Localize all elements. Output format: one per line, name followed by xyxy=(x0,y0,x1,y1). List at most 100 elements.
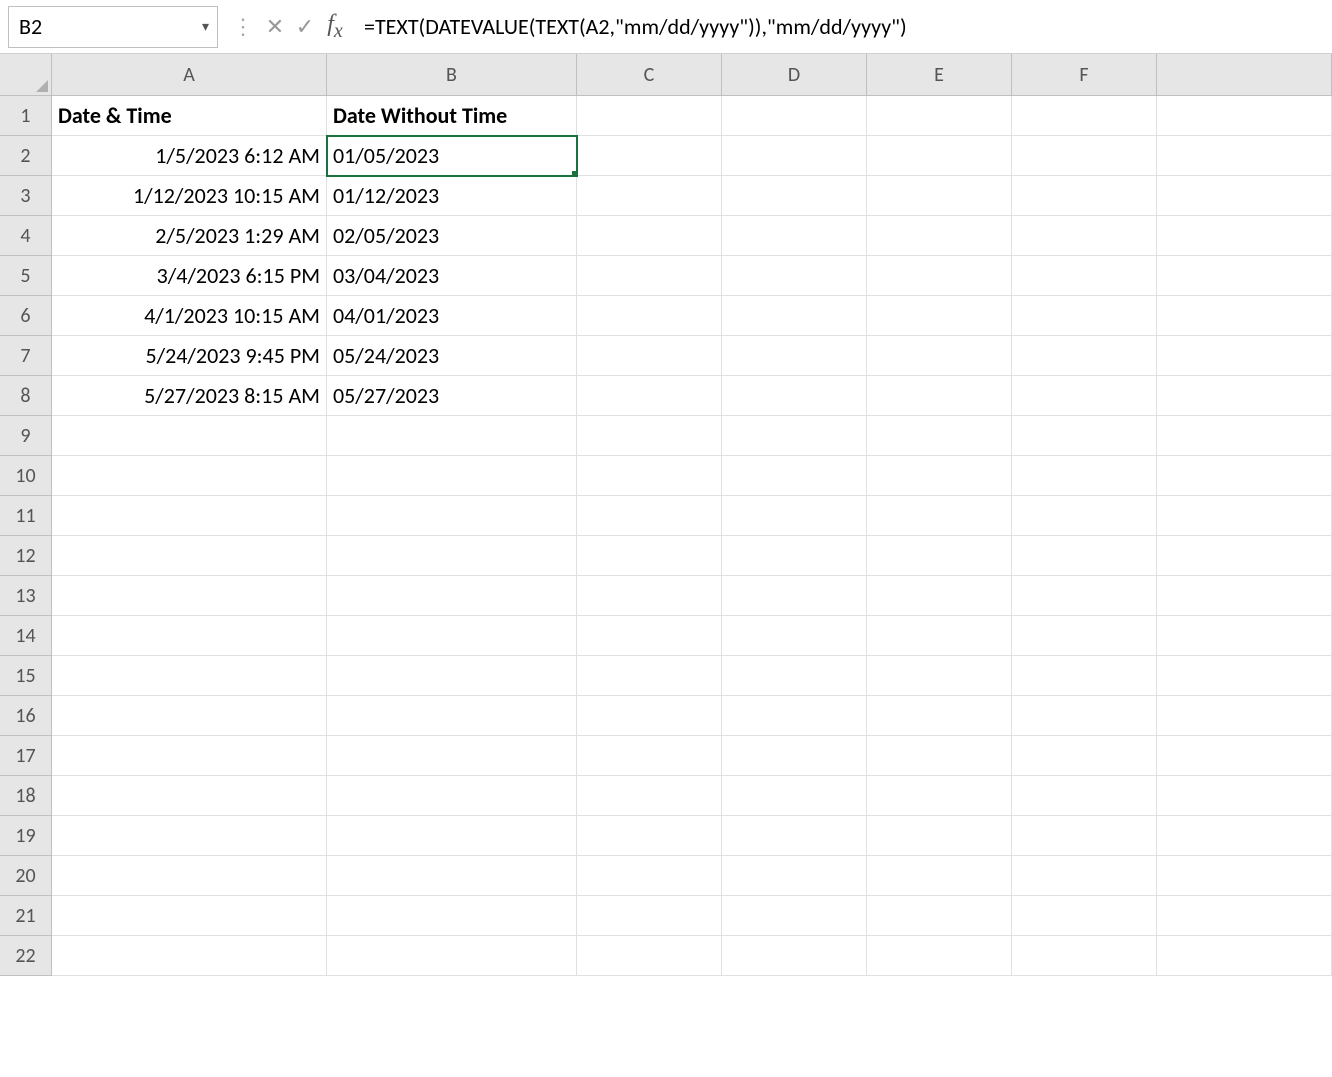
cell-G15[interactable] xyxy=(1157,656,1332,696)
cell-D12[interactable] xyxy=(722,536,867,576)
cell-B22[interactable] xyxy=(327,936,577,976)
cell-E17[interactable] xyxy=(867,736,1012,776)
cell-C6[interactable] xyxy=(577,296,722,336)
cell-E19[interactable] xyxy=(867,816,1012,856)
cell-F8[interactable] xyxy=(1012,376,1157,416)
cell-G5[interactable] xyxy=(1157,256,1332,296)
row-header-2[interactable]: 2 xyxy=(0,136,52,176)
cell-A3[interactable]: 1/12/2023 10:15 AM xyxy=(52,176,327,216)
row-header-13[interactable]: 13 xyxy=(0,576,52,616)
cell-B15[interactable] xyxy=(327,656,577,696)
cell-C16[interactable] xyxy=(577,696,722,736)
formula-input[interactable] xyxy=(356,6,1332,48)
row-header-12[interactable]: 12 xyxy=(0,536,52,576)
cell-A12[interactable] xyxy=(52,536,327,576)
cell-E7[interactable] xyxy=(867,336,1012,376)
cell-A20[interactable] xyxy=(52,856,327,896)
cell-E5[interactable] xyxy=(867,256,1012,296)
cell-A17[interactable] xyxy=(52,736,327,776)
cell-A19[interactable] xyxy=(52,816,327,856)
cell-D7[interactable] xyxy=(722,336,867,376)
row-header-15[interactable]: 15 xyxy=(0,656,52,696)
cell-F5[interactable] xyxy=(1012,256,1157,296)
cell-A10[interactable] xyxy=(52,456,327,496)
cell-E4[interactable] xyxy=(867,216,1012,256)
cell-F4[interactable] xyxy=(1012,216,1157,256)
cell-D11[interactable] xyxy=(722,496,867,536)
cell-B17[interactable] xyxy=(327,736,577,776)
cell-D3[interactable] xyxy=(722,176,867,216)
row-header-11[interactable]: 11 xyxy=(0,496,52,536)
cell-B11[interactable] xyxy=(327,496,577,536)
cell-G16[interactable] xyxy=(1157,696,1332,736)
cell-F22[interactable] xyxy=(1012,936,1157,976)
cell-E20[interactable] xyxy=(867,856,1012,896)
fx-icon[interactable]: fx xyxy=(320,11,350,43)
cell-B14[interactable] xyxy=(327,616,577,656)
cell-C7[interactable] xyxy=(577,336,722,376)
cell-G21[interactable] xyxy=(1157,896,1332,936)
cell-E18[interactable] xyxy=(867,776,1012,816)
cell-D18[interactable] xyxy=(722,776,867,816)
cell-B6[interactable]: 04/01/2023 xyxy=(327,296,577,336)
column-header-D[interactable]: D xyxy=(722,54,867,96)
cell-F14[interactable] xyxy=(1012,616,1157,656)
row-header-16[interactable]: 16 xyxy=(0,696,52,736)
row-header-7[interactable]: 7 xyxy=(0,336,52,376)
cell-B13[interactable] xyxy=(327,576,577,616)
row-header-17[interactable]: 17 xyxy=(0,736,52,776)
cell-F17[interactable] xyxy=(1012,736,1157,776)
cell-E15[interactable] xyxy=(867,656,1012,696)
cell-D13[interactable] xyxy=(722,576,867,616)
row-header-19[interactable]: 19 xyxy=(0,816,52,856)
row-header-3[interactable]: 3 xyxy=(0,176,52,216)
cell-D4[interactable] xyxy=(722,216,867,256)
cell-C14[interactable] xyxy=(577,616,722,656)
row-header-8[interactable]: 8 xyxy=(0,376,52,416)
cell-C17[interactable] xyxy=(577,736,722,776)
cell-G12[interactable] xyxy=(1157,536,1332,576)
cell-B19[interactable] xyxy=(327,816,577,856)
cell-D14[interactable] xyxy=(722,616,867,656)
cell-G18[interactable] xyxy=(1157,776,1332,816)
row-header-4[interactable]: 4 xyxy=(0,216,52,256)
cell-G20[interactable] xyxy=(1157,856,1332,896)
cell-D22[interactable] xyxy=(722,936,867,976)
row-header-6[interactable]: 6 xyxy=(0,296,52,336)
cell-D8[interactable] xyxy=(722,376,867,416)
cell-A6[interactable]: 4/1/2023 10:15 AM xyxy=(52,296,327,336)
cell-B3[interactable]: 01/12/2023 xyxy=(327,176,577,216)
confirm-icon[interactable]: ✓ xyxy=(290,14,320,40)
cell-A13[interactable] xyxy=(52,576,327,616)
cell-D9[interactable] xyxy=(722,416,867,456)
cell-C13[interactable] xyxy=(577,576,722,616)
cell-F6[interactable] xyxy=(1012,296,1157,336)
cell-A8[interactable]: 5/27/2023 8:15 AM xyxy=(52,376,327,416)
cell-D2[interactable] xyxy=(722,136,867,176)
cell-D15[interactable] xyxy=(722,656,867,696)
row-header-18[interactable]: 18 xyxy=(0,776,52,816)
cell-D1[interactable] xyxy=(722,96,867,136)
name-box[interactable]: B2 ▾ xyxy=(8,6,218,48)
cell-G10[interactable] xyxy=(1157,456,1332,496)
cell-F13[interactable] xyxy=(1012,576,1157,616)
row-header-9[interactable]: 9 xyxy=(0,416,52,456)
cell-A9[interactable] xyxy=(52,416,327,456)
cell-F19[interactable] xyxy=(1012,816,1157,856)
cell-C8[interactable] xyxy=(577,376,722,416)
cell-B16[interactable] xyxy=(327,696,577,736)
row-header-10[interactable]: 10 xyxy=(0,456,52,496)
cell-C20[interactable] xyxy=(577,856,722,896)
cell-B2[interactable]: 01/05/2023 xyxy=(327,136,577,176)
row-header-1[interactable]: 1 xyxy=(0,96,52,136)
cell-F7[interactable] xyxy=(1012,336,1157,376)
column-header-G[interactable] xyxy=(1157,54,1332,96)
cell-A16[interactable] xyxy=(52,696,327,736)
cell-B9[interactable] xyxy=(327,416,577,456)
cell-G1[interactable] xyxy=(1157,96,1332,136)
cell-E21[interactable] xyxy=(867,896,1012,936)
cell-B8[interactable]: 05/27/2023 xyxy=(327,376,577,416)
cell-F15[interactable] xyxy=(1012,656,1157,696)
row-header-14[interactable]: 14 xyxy=(0,616,52,656)
cell-F16[interactable] xyxy=(1012,696,1157,736)
